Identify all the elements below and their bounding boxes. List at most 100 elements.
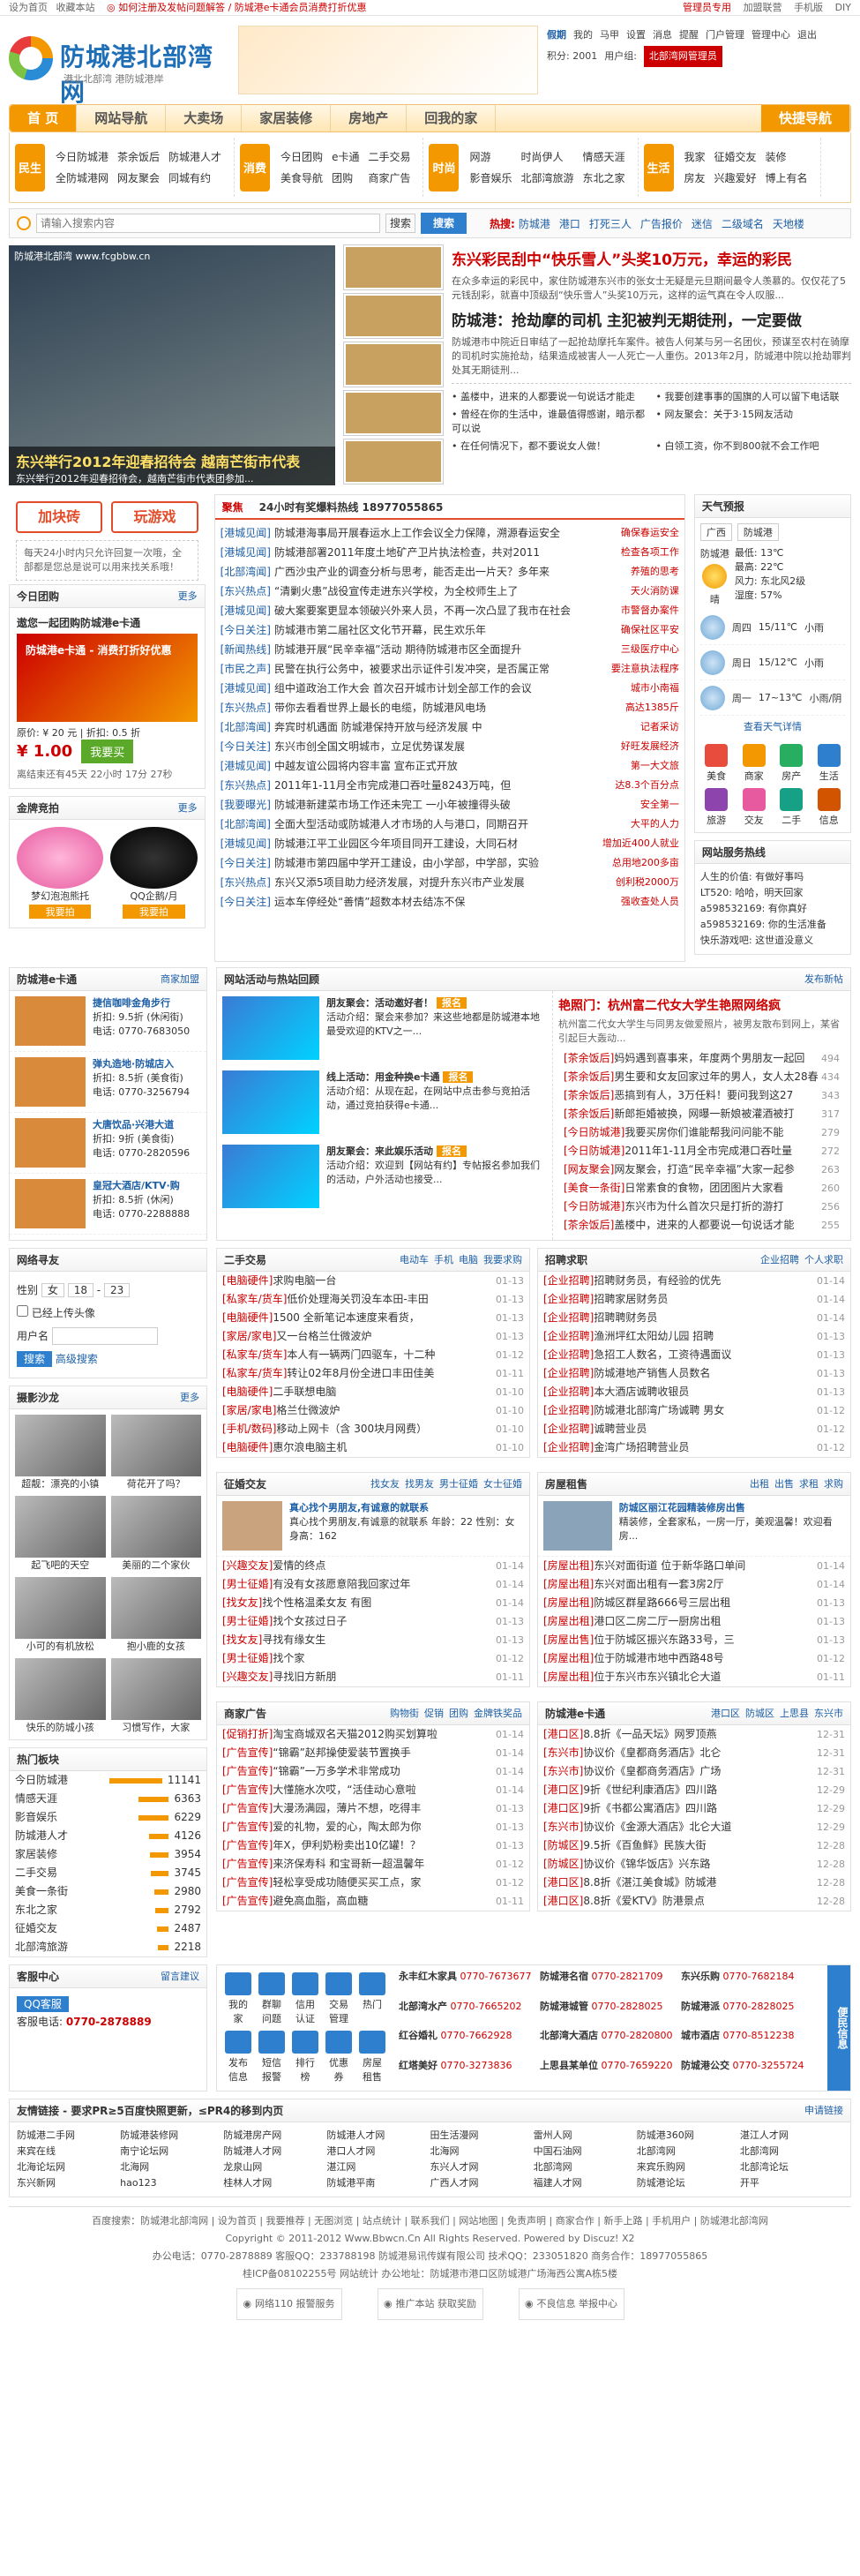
friend-link[interactable]: 北部湾网 (534, 2159, 637, 2175)
forum-category[interactable]: [网友聚会] (564, 1163, 614, 1175)
news-title[interactable]: 广西沙虫产业的调查分析与思考，能否走出一片天？多年来 (274, 566, 550, 578)
logout-link[interactable]: 退出 (797, 25, 817, 46)
service-icon-item[interactable]: 我的家 (224, 1972, 252, 2025)
house-title[interactable]: 防城区群星路666号三层出租 (594, 1596, 730, 1609)
shop-title[interactable]: 轻松享受成功随便买买工点，家 (273, 1876, 421, 1889)
subnav-link[interactable]: e卡通 (332, 149, 359, 165)
dating-category[interactable]: [男士征婚] (222, 1652, 273, 1664)
job-item[interactable]: [企业招聘]招聘家居财务员 01-14 (538, 1290, 850, 1309)
house-tab[interactable]: 求租 (799, 1478, 819, 1490)
service-icon-item[interactable]: 排行榜 (291, 2031, 319, 2084)
has-photo-checkbox[interactable] (17, 1305, 28, 1317)
subnav-link[interactable]: 我家 (684, 149, 706, 165)
signup-button[interactable]: 报名 (437, 1145, 467, 1157)
news-category[interactable]: [北部湾闻] (221, 818, 271, 830)
apply-link[interactable]: 申请链接 (804, 2099, 843, 2122)
news-category[interactable]: [市民之声] (221, 663, 271, 675)
forum-item[interactable]: [茶余饭后]恶搞到有人，3万任料！要问我到这27 343 (558, 1086, 845, 1105)
footer-badge[interactable]: ◉ 推广本站 获取奖励 (377, 2288, 483, 2320)
shop-item[interactable]: [广告宣传]大漫汤满园，薄片不想，吃得丰 01-13 (217, 1799, 529, 1818)
trade-item[interactable]: [电脑硬件]求购电脑一台 01-13 (217, 1272, 529, 1290)
dating-category[interactable]: [男士征婚] (222, 1615, 273, 1627)
news-title[interactable]: 奔宾时机遇面 防城港保持开放与经济发展 中 (274, 721, 482, 733)
job-category[interactable]: [企业招聘] (543, 1386, 594, 1398)
trade-item[interactable]: [电脑硬件]惠尔浪电脑主机 01-10 (217, 1438, 529, 1457)
shop-title[interactable]: 年X，伊利奶粉卖出10亿罐！？ (273, 1839, 421, 1851)
job-category[interactable]: [企业招聘] (543, 1441, 594, 1453)
shop-category[interactable]: [广告宣传] (222, 1839, 273, 1851)
nav-directory[interactable]: 网站导航 (77, 105, 167, 131)
photo-caption[interactable]: 荷花开了吗？ (111, 1476, 202, 1491)
merchant-name[interactable]: 皇冠大酒店/KTV·购 (93, 1179, 190, 1193)
subnav-link[interactable]: 商家广告 (368, 170, 410, 186)
ecard-tab[interactable]: 东兴市 (814, 1708, 843, 1719)
slide-title[interactable]: 东兴举行2012年迎春招待会 越南芒街市代表 (16, 450, 328, 471)
auction-item-image[interactable] (110, 827, 198, 889)
trade-tab[interactable]: 手机 (434, 1254, 453, 1265)
shop-title[interactable]: “锦霸”赵邦操使爱装节置换手 (273, 1746, 410, 1759)
house-title[interactable]: 位于防城港市地中西路48号 (594, 1652, 723, 1664)
news-item[interactable]: [东兴热点] 东兴又添5项目助力经济发展，对提升东兴市产业发展 创利税2000万 (215, 873, 684, 892)
dating-title[interactable]: 寻找旧方新朋 (273, 1671, 336, 1683)
news-item[interactable]: [东兴热点] 2011年1-11月全市完成港口吞吐量8243万吨，但 达8.3个百分… (215, 776, 684, 795)
house-title[interactable]: 位于东兴市东兴镇北仑大道 (594, 1671, 721, 1683)
news-tag[interactable]: 安全第一 (640, 795, 679, 815)
headline-list-item[interactable]: • 曾经在你的生活中，谁最值得感谢，暗示都可以说 (452, 407, 647, 435)
subnav-link[interactable]: 兴趣爱好 (714, 170, 757, 186)
news-item[interactable]: [今日关注] 东兴市创全国文明城市，立足优势谋发展 好旺发展经济 (215, 737, 684, 756)
news-title[interactable]: 防城港江平工业园区今年项目同开工建设，大同石材 (274, 837, 518, 850)
city-select[interactable]: 防城港 (737, 523, 779, 541)
hot-keyword[interactable]: 天地楼 (773, 218, 804, 230)
merchant-join-link[interactable]: 商家加盟 (161, 968, 199, 990)
ecard-category[interactable]: [防城区] (543, 1839, 583, 1851)
news-category[interactable]: [港城见闻] (221, 605, 271, 617)
forum-item[interactable]: [茶余饭后]妈妈遇到喜事来，年度两个男朋友一起回 494 (558, 1049, 845, 1068)
dating-item[interactable]: [兴趣交友]爱情的终点 01-14 (217, 1557, 529, 1575)
subnav-link[interactable]: 防城港人才 (168, 149, 221, 165)
gender-select[interactable]: 女 (41, 1283, 64, 1297)
job-item[interactable]: [企业招聘]防城港地产销售人员数名 01-13 (538, 1364, 850, 1383)
service-icon-item[interactable]: 信用认证 (291, 1972, 319, 2025)
ecard-title[interactable]: 8.8折《湛江美食城》防城港 (583, 1876, 716, 1889)
shop-category[interactable]: [广告宣传] (222, 1765, 273, 1777)
ecard-item[interactable]: [防城区]9.5折《百鱼鲜》民族大街 12-28 (538, 1836, 850, 1855)
friend-link[interactable]: 北部湾网 (637, 2144, 740, 2159)
search-input[interactable] (36, 214, 380, 233)
nav-myhome[interactable]: 回我的家 (407, 105, 497, 131)
ecard-title[interactable]: 协议价《金源大酒店》北仑大道 (583, 1821, 731, 1833)
trade-category[interactable]: [私家车/货车] (222, 1293, 287, 1305)
rank-name[interactable]: 东北之家 (15, 1901, 57, 1919)
dating-tab[interactable]: 找男友 (405, 1478, 434, 1490)
forum-item[interactable]: [美食一条街]日常素食的食物，团团图片大家看 260 (558, 1179, 845, 1198)
signup-button[interactable]: 报名 (437, 997, 467, 1009)
friend-link[interactable]: 港口人才网 (326, 2144, 430, 2159)
friend-link[interactable]: 防城港人才网 (223, 2144, 326, 2159)
shop-title[interactable]: 爱的礼物，爱的心，陶太郎为你 (273, 1821, 421, 1833)
age-min-select[interactable]: 18 (67, 1283, 93, 1297)
news-category[interactable]: [东兴热点] (221, 876, 271, 889)
job-category[interactable]: [企业招聘] (543, 1311, 594, 1324)
merchant-photo[interactable] (15, 1179, 86, 1228)
news-tag[interactable]: 确保春运安全 (621, 523, 679, 543)
news-item[interactable]: [北部湾闻] 广西沙虫产业的调查分析与思考，能否走出一片天？多年来 养殖的思考 (215, 562, 684, 582)
subnav-link[interactable]: 房友 (684, 170, 706, 186)
news-title[interactable]: “清剿火患”战役宣传走进东兴学校，为全校师生上了 (274, 585, 518, 597)
dating-category[interactable]: [男士征婚] (222, 1578, 273, 1590)
house-category[interactable]: [房屋出租] (543, 1596, 594, 1609)
subnav-link[interactable]: 网游 (469, 149, 512, 165)
quick-nav-button[interactable]: 快捷导航 (760, 105, 850, 131)
ecard-item[interactable]: [港口区]9折《世纪利康酒店》四川路 12-29 (538, 1781, 850, 1799)
feedback-link[interactable]: 留言建议 (161, 1965, 199, 1987)
friend-link[interactable]: 湛江网 (326, 2159, 430, 2175)
friend-search-button[interactable]: 搜索 (17, 1351, 53, 1367)
shop-category[interactable]: [广告宣传] (222, 1746, 273, 1759)
shop-item[interactable]: [广告宣传]避免高血脂，高血糖 01-11 (217, 1892, 529, 1911)
house-category[interactable]: [房屋出租] (543, 1559, 594, 1572)
news-item[interactable]: [新闻热线] 防城港开展“民辛幸福”活动 期待防城港市区全面提升 三级医疗中心 (215, 640, 684, 659)
rank-item[interactable]: 家居装修 3954 (10, 1845, 206, 1864)
life-icon-item[interactable]: 商家 (737, 744, 770, 783)
shop-item[interactable]: [广告宣传]大懂施水次哎，“活佳动心意啦 01-14 (217, 1781, 529, 1799)
news-item[interactable]: [港城见闻] 破大案要案更显本领破兴外来人员，不再一次凸显了我市在社会 市警督办案件 (215, 601, 684, 620)
forum-category[interactable]: [茶余饭后] (564, 1108, 614, 1120)
house-feature[interactable]: 防城区丽江花园精装修房出售 (619, 1501, 845, 1515)
